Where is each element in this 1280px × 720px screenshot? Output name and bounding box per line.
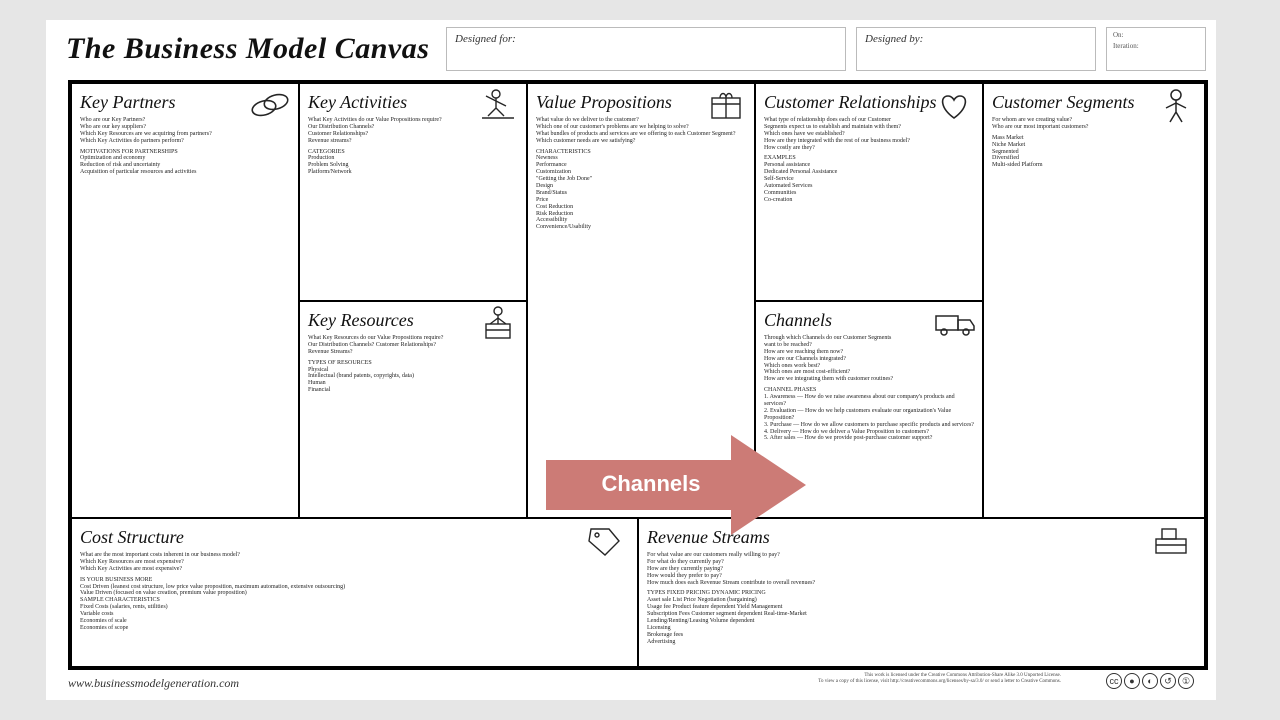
cell-cost-structure: Cost Structure What are the most importa… (71, 518, 638, 667)
crl-sub: EXAMPLES Personal assistance Dedicated P… (764, 155, 974, 203)
nc-icon: ↺ (1160, 673, 1176, 689)
meta-box: On: Iteration: (1106, 27, 1206, 71)
cc-icon: cc (1106, 673, 1122, 689)
ka-sub: CATEGORIES Production Problem Solving Pl… (308, 149, 518, 177)
cell-key-partners: Key Partners Who are our Key Partners? W… (71, 83, 299, 518)
cell-channels: Channels Through which Channels do our C… (755, 301, 983, 518)
cell-key-activities: Key Activities What Key Activities do ou… (299, 83, 527, 301)
cost-title: Cost Structure (80, 527, 629, 548)
sa-icon: ◐ (1142, 673, 1158, 689)
cell-key-resources: Key Resources What Key Resources do our … (299, 301, 527, 518)
iteration-label: Iteration: (1113, 42, 1199, 50)
footer: www.businessmodelgeneration.com This wor… (46, 673, 1216, 695)
cash-register-icon (1146, 521, 1194, 559)
canvas: Key Partners Who are our Key Partners? W… (68, 80, 1208, 670)
cost-sub: IS YOUR BUSINESS MORE Cost Driven (leane… (80, 577, 629, 632)
ch-sub: CHANNEL PHASES 1. Awareness — How do we … (764, 387, 974, 442)
cs-sub: Mass Market Niche Market Segmented Diver… (992, 135, 1196, 169)
page: The Business Model Canvas Designed for: … (46, 20, 1216, 700)
cell-revenue-streams: Revenue Streams For what value are our c… (638, 518, 1205, 667)
gift-icon (702, 86, 750, 124)
license-icons: cc●◐↺① (1104, 673, 1194, 689)
rev-title: Revenue Streams (647, 527, 1196, 548)
header: The Business Model Canvas Designed for: … (46, 20, 1216, 75)
designed-by-label: Designed by: (865, 33, 923, 45)
worker-icon (474, 86, 522, 124)
truck-icon (930, 304, 978, 342)
by-icon: ● (1124, 673, 1140, 689)
designed-for-box: Designed for: (446, 27, 846, 71)
rev-questions: For what value are our customers really … (647, 552, 1196, 586)
vp-sub: CHARACTERISTICS Newness Performance Cust… (536, 149, 746, 232)
cell-customer-segments: Customer Segments For whom are we creati… (983, 83, 1205, 518)
chain-link-icon (246, 86, 294, 124)
cost-questions: What are the most important costs inhere… (80, 552, 629, 573)
kp-sub: MOTIVATIONS FOR PARTNERSHIPS Optimizatio… (80, 149, 290, 177)
person-icon (1152, 86, 1200, 124)
rev-sub: TYPES FIXED PRICING DYNAMIC PRICING Asse… (647, 590, 1196, 645)
factory-icon (474, 304, 522, 342)
nd-icon: ① (1178, 673, 1194, 689)
designed-by-box: Designed by: (856, 27, 1096, 71)
page-title: The Business Model Canvas (66, 32, 429, 66)
cell-value-propositions: Value Propositions What value do we deli… (527, 83, 755, 518)
designed-for-label: Designed for: (455, 33, 516, 45)
on-label: On: (1113, 31, 1199, 39)
ch-questions: Through which Channels do our Customer S… (764, 335, 974, 383)
kr-sub: TYPES OF RESOURCES Physical Intellectual… (308, 360, 518, 394)
footer-note: This work is licensed under the Creative… (801, 673, 1061, 684)
cell-customer-relationships: Customer Relationships What type of rela… (755, 83, 983, 301)
heart-icon (930, 86, 978, 124)
footer-url: www.businessmodelgeneration.com (68, 676, 239, 691)
price-tag-icon (579, 521, 627, 559)
